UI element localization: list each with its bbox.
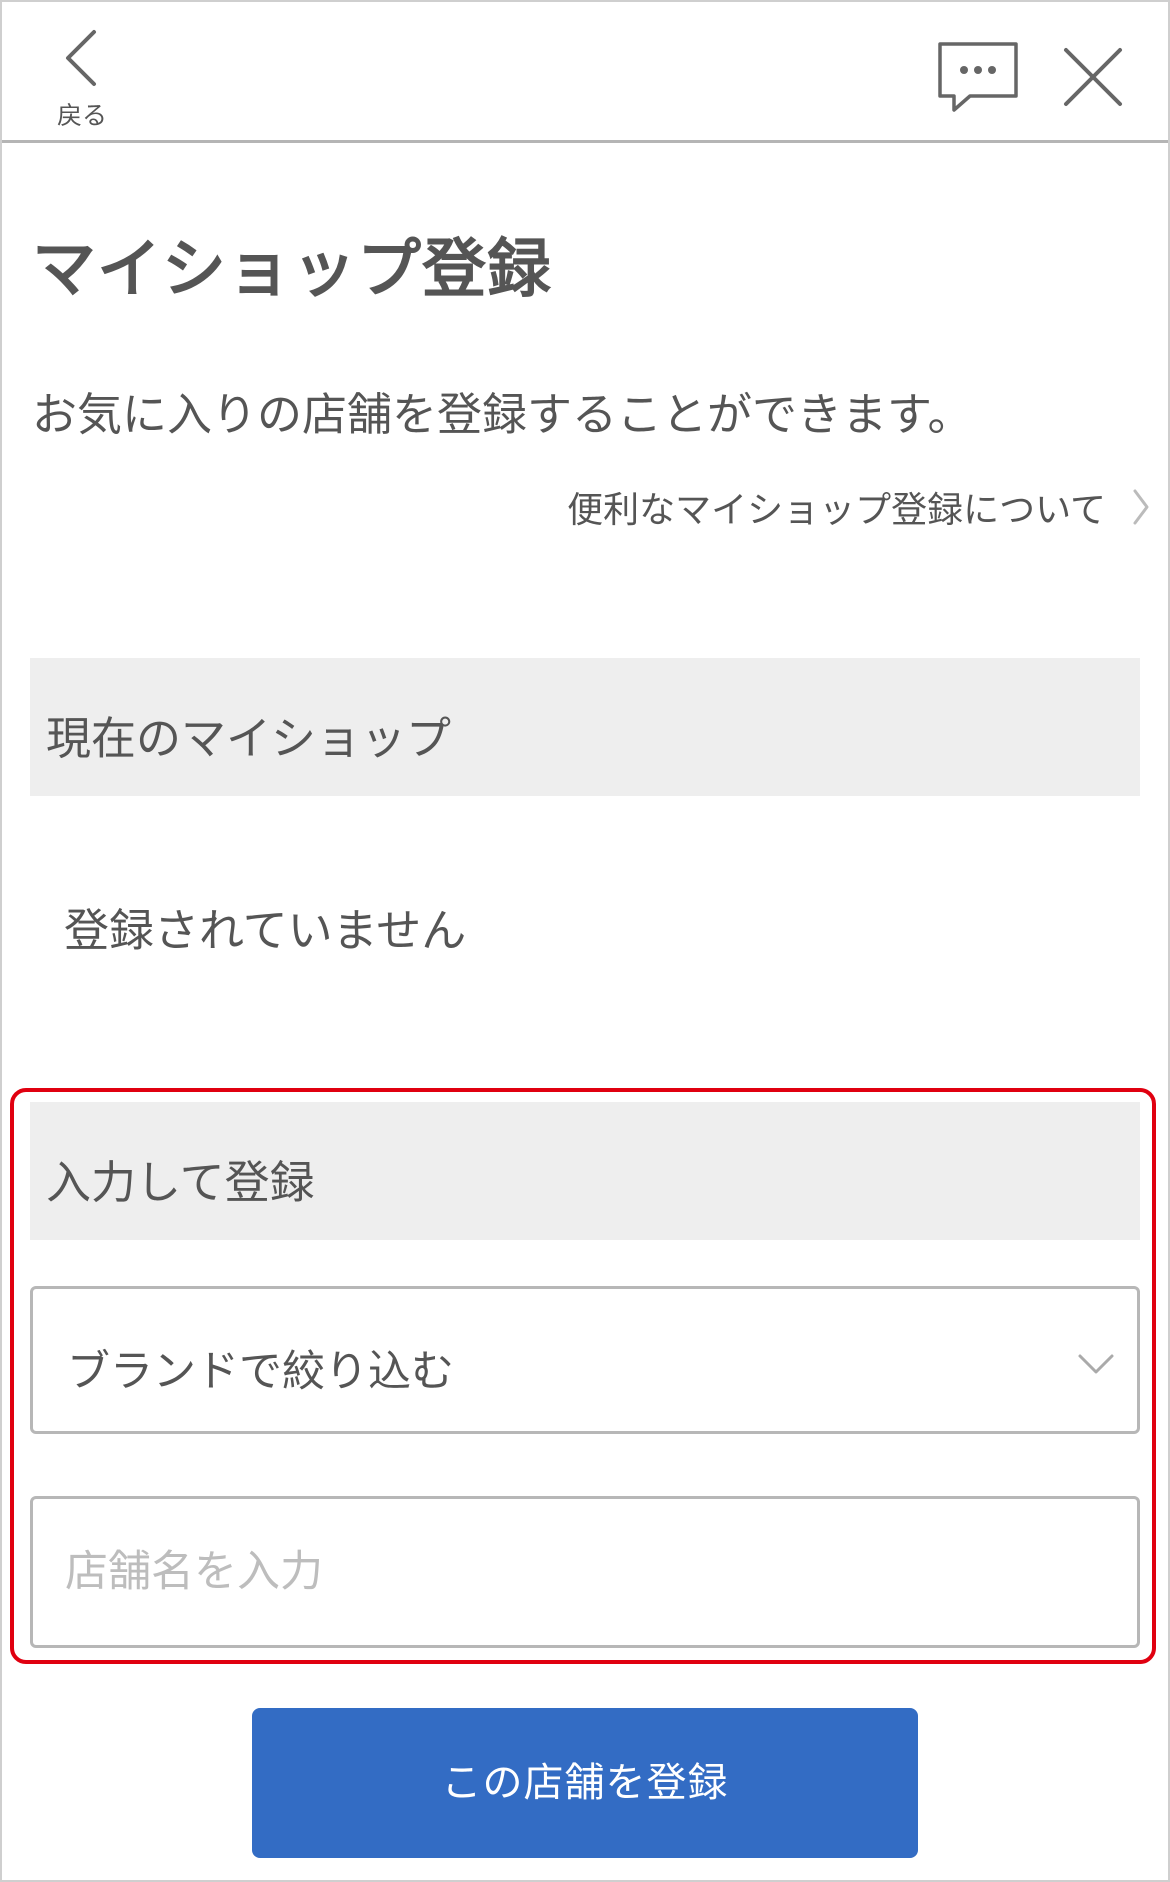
top-bar: 戻る bbox=[2, 2, 1168, 143]
chevron-right-icon bbox=[1133, 489, 1149, 525]
brand-filter-select[interactable]: ブランドで絞り込む bbox=[30, 1286, 1140, 1434]
close-button[interactable] bbox=[1060, 44, 1126, 110]
input-register-section-title: 入力して登録 bbox=[46, 1156, 315, 1209]
back-label: 戻る bbox=[56, 101, 107, 130]
page-title: マイショップ登録 bbox=[32, 233, 552, 307]
back-button[interactable]: 戻る bbox=[46, 20, 118, 130]
close-icon bbox=[1064, 48, 1122, 106]
about-myshop-link[interactable]: 便利なマイショップ登録について bbox=[567, 482, 1150, 532]
input-register-section-header: 入力して登録 bbox=[30, 1102, 1140, 1240]
chat-bubble-icon bbox=[938, 42, 1018, 112]
current-myshop-section-header: 現在のマイショップ bbox=[30, 658, 1140, 796]
chevron-left-icon bbox=[66, 30, 96, 86]
page-description: お気に入りの店舗を登録することができます。 bbox=[32, 388, 973, 441]
brand-filter-value: ブランドで絞り込む bbox=[67, 1347, 454, 1397]
store-name-input[interactable] bbox=[30, 1496, 1140, 1648]
current-myshop-status: 登録されていません bbox=[64, 904, 467, 957]
chevron-down-icon bbox=[1078, 1354, 1114, 1374]
register-store-button-label: この店舗を登録 bbox=[441, 1761, 729, 1805]
register-store-button[interactable]: この店舗を登録 bbox=[252, 1708, 918, 1858]
current-myshop-section-title: 現在のマイショップ bbox=[46, 712, 452, 765]
chat-button[interactable] bbox=[936, 40, 1020, 114]
about-myshop-link-label: 便利なマイショップ登録について bbox=[567, 490, 1106, 531]
